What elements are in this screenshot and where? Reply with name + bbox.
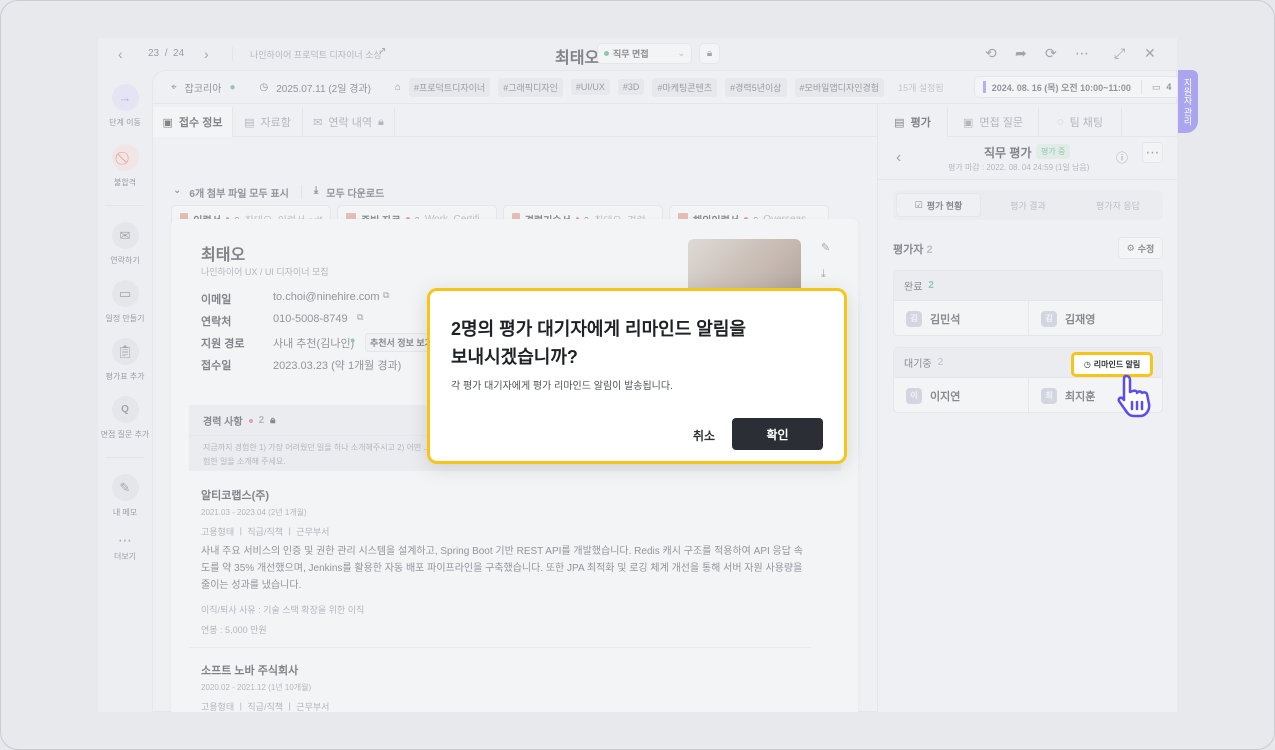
dialog-message: 각 평가 대기자에게 평가 리마인드 알림이 발송됩니다. (451, 381, 673, 392)
dialog-title-line1: 2명의 평가 대기자에게 리마인드 알림을 (451, 319, 746, 339)
cancel-button[interactable]: 취소 (680, 419, 728, 451)
remind-label: 리마인드 알림 (1093, 360, 1141, 369)
clock-icon: ◷ (1083, 360, 1091, 369)
side-tab-candidate-manage[interactable]: 지원자 관리 (1178, 70, 1198, 133)
dialog-title-line2: 보내시겠습니까? (451, 347, 578, 367)
confirm-button[interactable]: 확인 (732, 418, 823, 450)
confirm-dialog: 2명의 평가 대기자에게 리마인드 알림을 보내시겠습니까? 각 평가 대기자에… (427, 288, 847, 464)
side-tab-label: 지원자 관리 (1182, 77, 1193, 126)
pointer-hand-icon (1117, 374, 1151, 418)
